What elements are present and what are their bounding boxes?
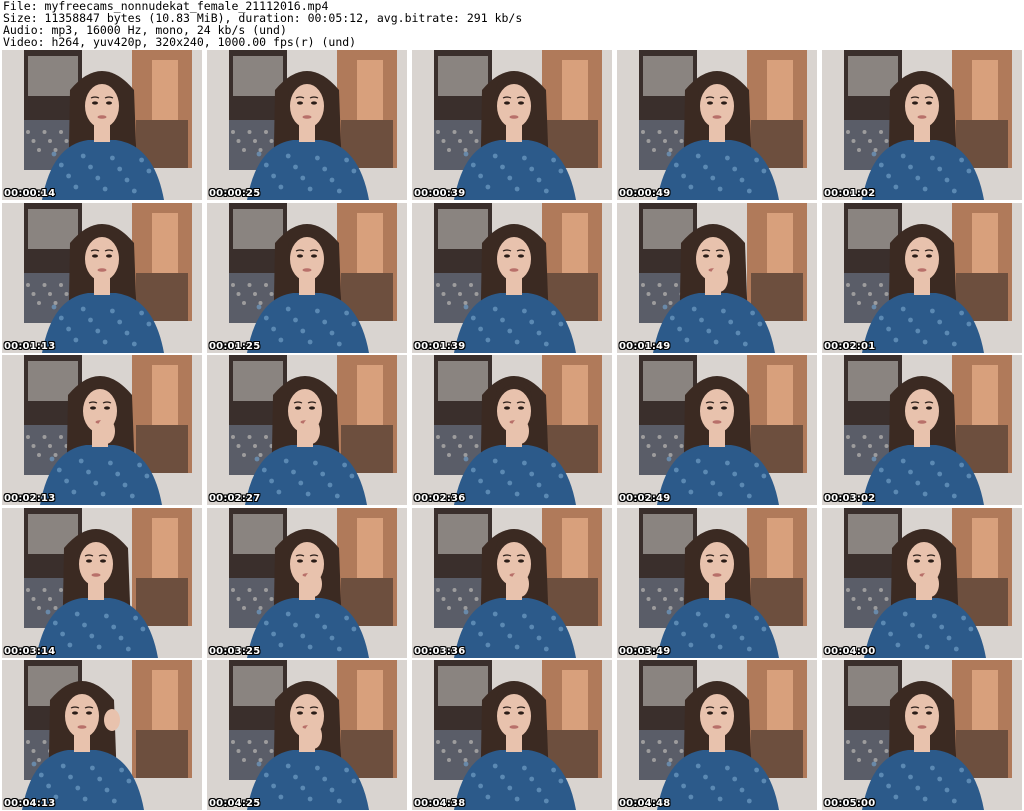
- thumbnail-timestamp: 00:03:36: [414, 645, 466, 657]
- thumbnail-frame: 00:02:01: [822, 202, 1022, 353]
- video-frame-image: [617, 202, 817, 353]
- video-frame-image: [822, 50, 1022, 200]
- thumbnail-frame: 00:02:27: [207, 355, 407, 505]
- thumbnail-timestamp: 00:02:01: [824, 340, 876, 352]
- thumbnail-timestamp: 00:04:00: [824, 645, 876, 657]
- thumbnail-timestamp: 00:00:49: [619, 188, 671, 199]
- video-frame-image: [2, 660, 202, 810]
- video-frame-image: [207, 507, 407, 658]
- video-frame-image: [412, 660, 612, 810]
- thumbnail-timestamp: 00:04:25: [209, 798, 261, 809]
- thumbnail-frame: 00:03:25: [207, 507, 407, 658]
- thumbnail-timestamp: 00:01:25: [209, 340, 261, 352]
- thumbnail-frame: 00:01:13: [2, 202, 202, 353]
- thumbnail-frame: 00:00:14: [2, 50, 202, 200]
- thumbnail-frame: 00:03:14: [2, 507, 202, 658]
- video-frame-image: [2, 202, 202, 353]
- video-frame-image: [207, 50, 407, 200]
- thumbnail-frame: 00:04:48: [617, 660, 817, 810]
- video-frame-image: [617, 507, 817, 658]
- thumbnail-frame: 00:03:02: [822, 355, 1022, 505]
- video-frame-image: [2, 355, 202, 505]
- video-frame-image: [822, 507, 1022, 658]
- thumbnail-frame: 00:01:39: [412, 202, 612, 353]
- thumbnail-frame: 00:03:49: [617, 507, 817, 658]
- thumbnail-timestamp: 00:00:14: [4, 188, 56, 199]
- thumbnail-frame: 00:02:36: [412, 355, 612, 505]
- thumbnail-timestamp: 00:00:25: [209, 188, 261, 199]
- video-frame-image: [617, 660, 817, 810]
- thumbnail-timestamp: 00:02:13: [4, 493, 56, 504]
- thumbnail-timestamp: 00:05:00: [824, 798, 876, 809]
- thumbnail-frame: 00:01:02: [822, 50, 1022, 200]
- thumbnail-timestamp: 00:01:49: [619, 340, 671, 352]
- thumbnail-timestamp: 00:01:13: [4, 340, 56, 352]
- thumbnail-timestamp: 00:04:38: [414, 798, 466, 809]
- thumbnail-frame: 00:03:36: [412, 507, 612, 658]
- file-info-header: File: myfreecams_nonnudekat_female_21112…: [3, 0, 1021, 48]
- thumbnail-frame: 00:00:39: [412, 50, 612, 200]
- video-frame-image: [822, 660, 1022, 810]
- video-frame-image: [617, 50, 817, 200]
- thumbnail-timestamp: 00:02:36: [414, 493, 466, 504]
- thumbnail-frame: 00:02:13: [2, 355, 202, 505]
- thumbnail-frame: 00:01:49: [617, 202, 817, 353]
- thumbnail-frame: 00:01:25: [207, 202, 407, 353]
- thumbnail-frame: 00:05:00: [822, 660, 1022, 810]
- thumbnail-frame: 00:04:00: [822, 507, 1022, 658]
- thumbnail-timestamp: 00:02:27: [209, 493, 261, 504]
- video-frame-image: [207, 355, 407, 505]
- video-frame-image: [617, 355, 817, 505]
- video-frame-image: [207, 660, 407, 810]
- thumbnail-timestamp: 00:04:48: [619, 798, 671, 809]
- thumbnail-timestamp: 00:01:39: [414, 340, 466, 352]
- thumbnail-timestamp: 00:03:49: [619, 645, 671, 657]
- thumbnail-frame: 00:04:13: [2, 660, 202, 810]
- video-frame-image: [207, 202, 407, 353]
- video-frame-image: [2, 507, 202, 658]
- thumbnail-timestamp: 00:03:02: [824, 493, 876, 504]
- thumbnail-frame: 00:00:25: [207, 50, 407, 200]
- thumbnail-timestamp: 00:03:14: [4, 645, 56, 657]
- video-frame-image: [412, 507, 612, 658]
- thumbnail-frame: 00:02:49: [617, 355, 817, 505]
- thumbnail-frame: 00:00:49: [617, 50, 817, 200]
- video-info-line: Video: h264, yuv420p, 320x240, 1000.00 f…: [3, 35, 357, 49]
- thumbnail-timestamp: 00:02:49: [619, 493, 671, 504]
- thumbnail-frame: 00:04:38: [412, 660, 612, 810]
- thumbnail-timestamp: 00:00:39: [414, 188, 466, 199]
- thumbnail-timestamp: 00:04:13: [4, 798, 56, 809]
- video-frame-image: [412, 50, 612, 200]
- video-frame-image: [822, 355, 1022, 505]
- video-frame-image: [412, 202, 612, 353]
- video-frame-image: [412, 355, 612, 505]
- thumbnail-grid: 00:00:14 00:00:25 00:00:39 00:00:49 00:01:02…: [2, 50, 1022, 810]
- video-frame-image: [2, 50, 202, 200]
- thumbnail-timestamp: 00:03:25: [209, 645, 261, 657]
- thumbnail-timestamp: 00:01:02: [824, 188, 876, 199]
- thumbnail-frame: 00:04:25: [207, 660, 407, 810]
- video-frame-image: [822, 202, 1022, 353]
